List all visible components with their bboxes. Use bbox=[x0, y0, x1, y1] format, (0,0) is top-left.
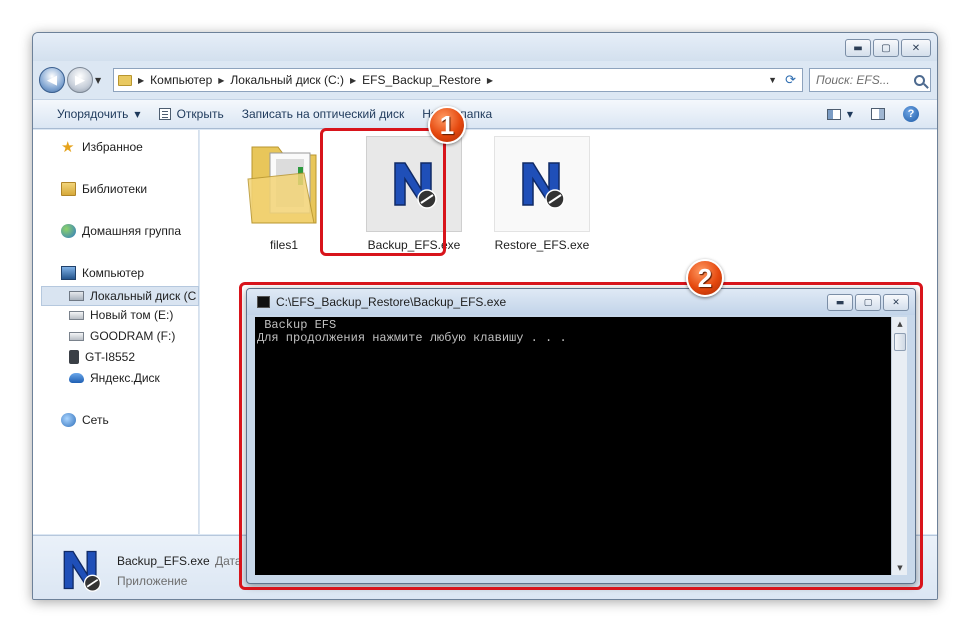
phone-icon bbox=[69, 350, 79, 364]
sidebar-item-network[interactable]: Сеть bbox=[61, 413, 109, 427]
preview-pane-icon[interactable] bbox=[871, 108, 885, 120]
open-button[interactable]: Открыть bbox=[158, 107, 224, 121]
sidebar-item-label: Избранное bbox=[82, 140, 143, 154]
burn-label: Записать на оптический диск bbox=[241, 107, 405, 121]
folder-icon bbox=[236, 136, 332, 232]
sidebar-item-phone[interactable]: GT-I8552 bbox=[69, 350, 135, 364]
breadcrumb-separator-icon[interactable]: ▶ bbox=[218, 76, 224, 85]
highlight-box-2 bbox=[239, 282, 923, 590]
folder-icon bbox=[118, 74, 132, 86]
breadcrumb-separator-icon: ▶ bbox=[138, 75, 145, 85]
sidebar-item-homegroup[interactable]: Домашняя группа bbox=[61, 224, 181, 238]
forward-button[interactable]: ▶ bbox=[67, 67, 93, 93]
library-icon bbox=[61, 182, 76, 196]
address-actions: ▼ ⟳ bbox=[768, 73, 802, 88]
help-icon[interactable]: ? bbox=[903, 106, 919, 122]
sidebar-item-local-disk[interactable]: Локальный диск (C bbox=[41, 286, 199, 306]
sidebar-item-libraries[interactable]: Библиотеки bbox=[61, 182, 147, 196]
search-placeholder: Поиск: EFS... bbox=[816, 73, 890, 87]
usb-drive-icon bbox=[69, 331, 84, 341]
network-icon bbox=[61, 413, 76, 427]
back-button[interactable]: ◀ bbox=[39, 67, 65, 93]
star-icon: ★ bbox=[61, 138, 75, 156]
burn-button[interactable]: Записать на оптический диск bbox=[242, 107, 405, 121]
drive-icon bbox=[69, 310, 84, 320]
sidebar-item-yandex[interactable]: Яндекс.Диск bbox=[69, 371, 160, 385]
organize-button[interactable]: Упорядочить ▼ bbox=[57, 107, 141, 121]
breadcrumb-separator-icon[interactable]: ▶ bbox=[350, 76, 356, 85]
sidebar-item-label: GT-I8552 bbox=[85, 350, 136, 364]
organize-label: Упорядочить bbox=[57, 107, 129, 121]
sidebar-item-label: Библиотеки bbox=[82, 182, 148, 196]
file-name: files1 bbox=[269, 238, 298, 252]
step-marker-1: 1 bbox=[428, 106, 466, 144]
minimize-button[interactable]: ▬ bbox=[845, 39, 871, 57]
view-options-button[interactable]: ▼ bbox=[826, 108, 853, 120]
sidebar-item-computer[interactable]: Компьютер bbox=[61, 266, 144, 280]
chevron-down-icon: ▼ bbox=[846, 109, 853, 119]
hard-drive-icon bbox=[69, 291, 84, 301]
n-logo-icon bbox=[59, 548, 103, 592]
sidebar-item-label: Новый том (E:) bbox=[90, 308, 174, 322]
maximize-button[interactable]: ▢ bbox=[873, 39, 899, 57]
sidebar-item-favorites[interactable]: ★ Избранное bbox=[61, 138, 143, 156]
breadcrumb-folder[interactable]: EFS_Backup_Restore bbox=[362, 73, 481, 87]
details-date-label: Дата bbox=[215, 554, 242, 568]
view-icon bbox=[826, 108, 841, 120]
close-button[interactable]: ✕ bbox=[901, 39, 931, 57]
cloud-icon bbox=[69, 373, 84, 383]
file-name: Restore_EFS.exe bbox=[494, 238, 590, 252]
breadcrumb-local-disk[interactable]: Локальный диск (C:) bbox=[230, 73, 344, 87]
computer-icon bbox=[61, 266, 76, 280]
n-logo-icon bbox=[494, 136, 590, 232]
sidebar-item-label: Компьютер bbox=[82, 266, 145, 280]
open-label: Открыть bbox=[176, 107, 224, 121]
navigation-pane: ★ Избранное Библиотеки Домашняя группа К… bbox=[33, 130, 199, 534]
details-file-name: Backup_EFS.exe bbox=[117, 554, 210, 568]
search-icon bbox=[914, 74, 925, 86]
homegroup-icon bbox=[61, 224, 76, 238]
breadcrumb-computer[interactable]: Компьютер bbox=[150, 73, 212, 87]
highlight-box-1 bbox=[320, 128, 446, 256]
sidebar-item-label: Локальный диск (C bbox=[90, 289, 197, 303]
toolbar-right: ▼ ? bbox=[826, 106, 919, 122]
open-icon bbox=[158, 108, 171, 120]
breadcrumb-separator-icon[interactable]: ▶ bbox=[487, 76, 493, 85]
file-item-restore[interactable]: Restore_EFS.exe bbox=[486, 136, 598, 254]
sidebar-item-label: Сеть bbox=[82, 413, 109, 427]
sidebar-item-label: Яндекс.Диск bbox=[90, 371, 160, 385]
address-row: ◀ ▶ ▼ ▶ Компьютер ▶ Локальный диск (C:) … bbox=[39, 65, 931, 95]
search-input[interactable]: Поиск: EFS... bbox=[809, 68, 931, 92]
command-bar: Упорядочить ▼ Открыть Записать на оптиче… bbox=[33, 99, 937, 129]
details-file-type: Приложение bbox=[117, 574, 188, 588]
title-bar: ▬ ▢ ✕ bbox=[33, 33, 937, 61]
address-dropdown-icon[interactable]: ▼ bbox=[768, 75, 777, 85]
history-dropdown[interactable]: ▼ bbox=[95, 76, 107, 85]
address-bar[interactable]: ▶ Компьютер ▶ Локальный диск (C:) ▶ EFS_… bbox=[113, 68, 803, 92]
step-marker-2: 2 bbox=[686, 259, 724, 297]
chevron-down-icon: ▼ bbox=[134, 109, 141, 119]
sidebar-item-new-volume[interactable]: Новый том (E:) bbox=[69, 308, 173, 322]
window-controls: ▬ ▢ ✕ bbox=[845, 39, 931, 57]
sidebar-item-goodram[interactable]: GOODRAM (F:) bbox=[69, 329, 175, 343]
sidebar-item-label: Домашняя группа bbox=[82, 224, 182, 238]
refresh-icon[interactable]: ⟳ bbox=[785, 73, 796, 88]
sidebar-item-label: GOODRAM (F:) bbox=[90, 329, 176, 343]
